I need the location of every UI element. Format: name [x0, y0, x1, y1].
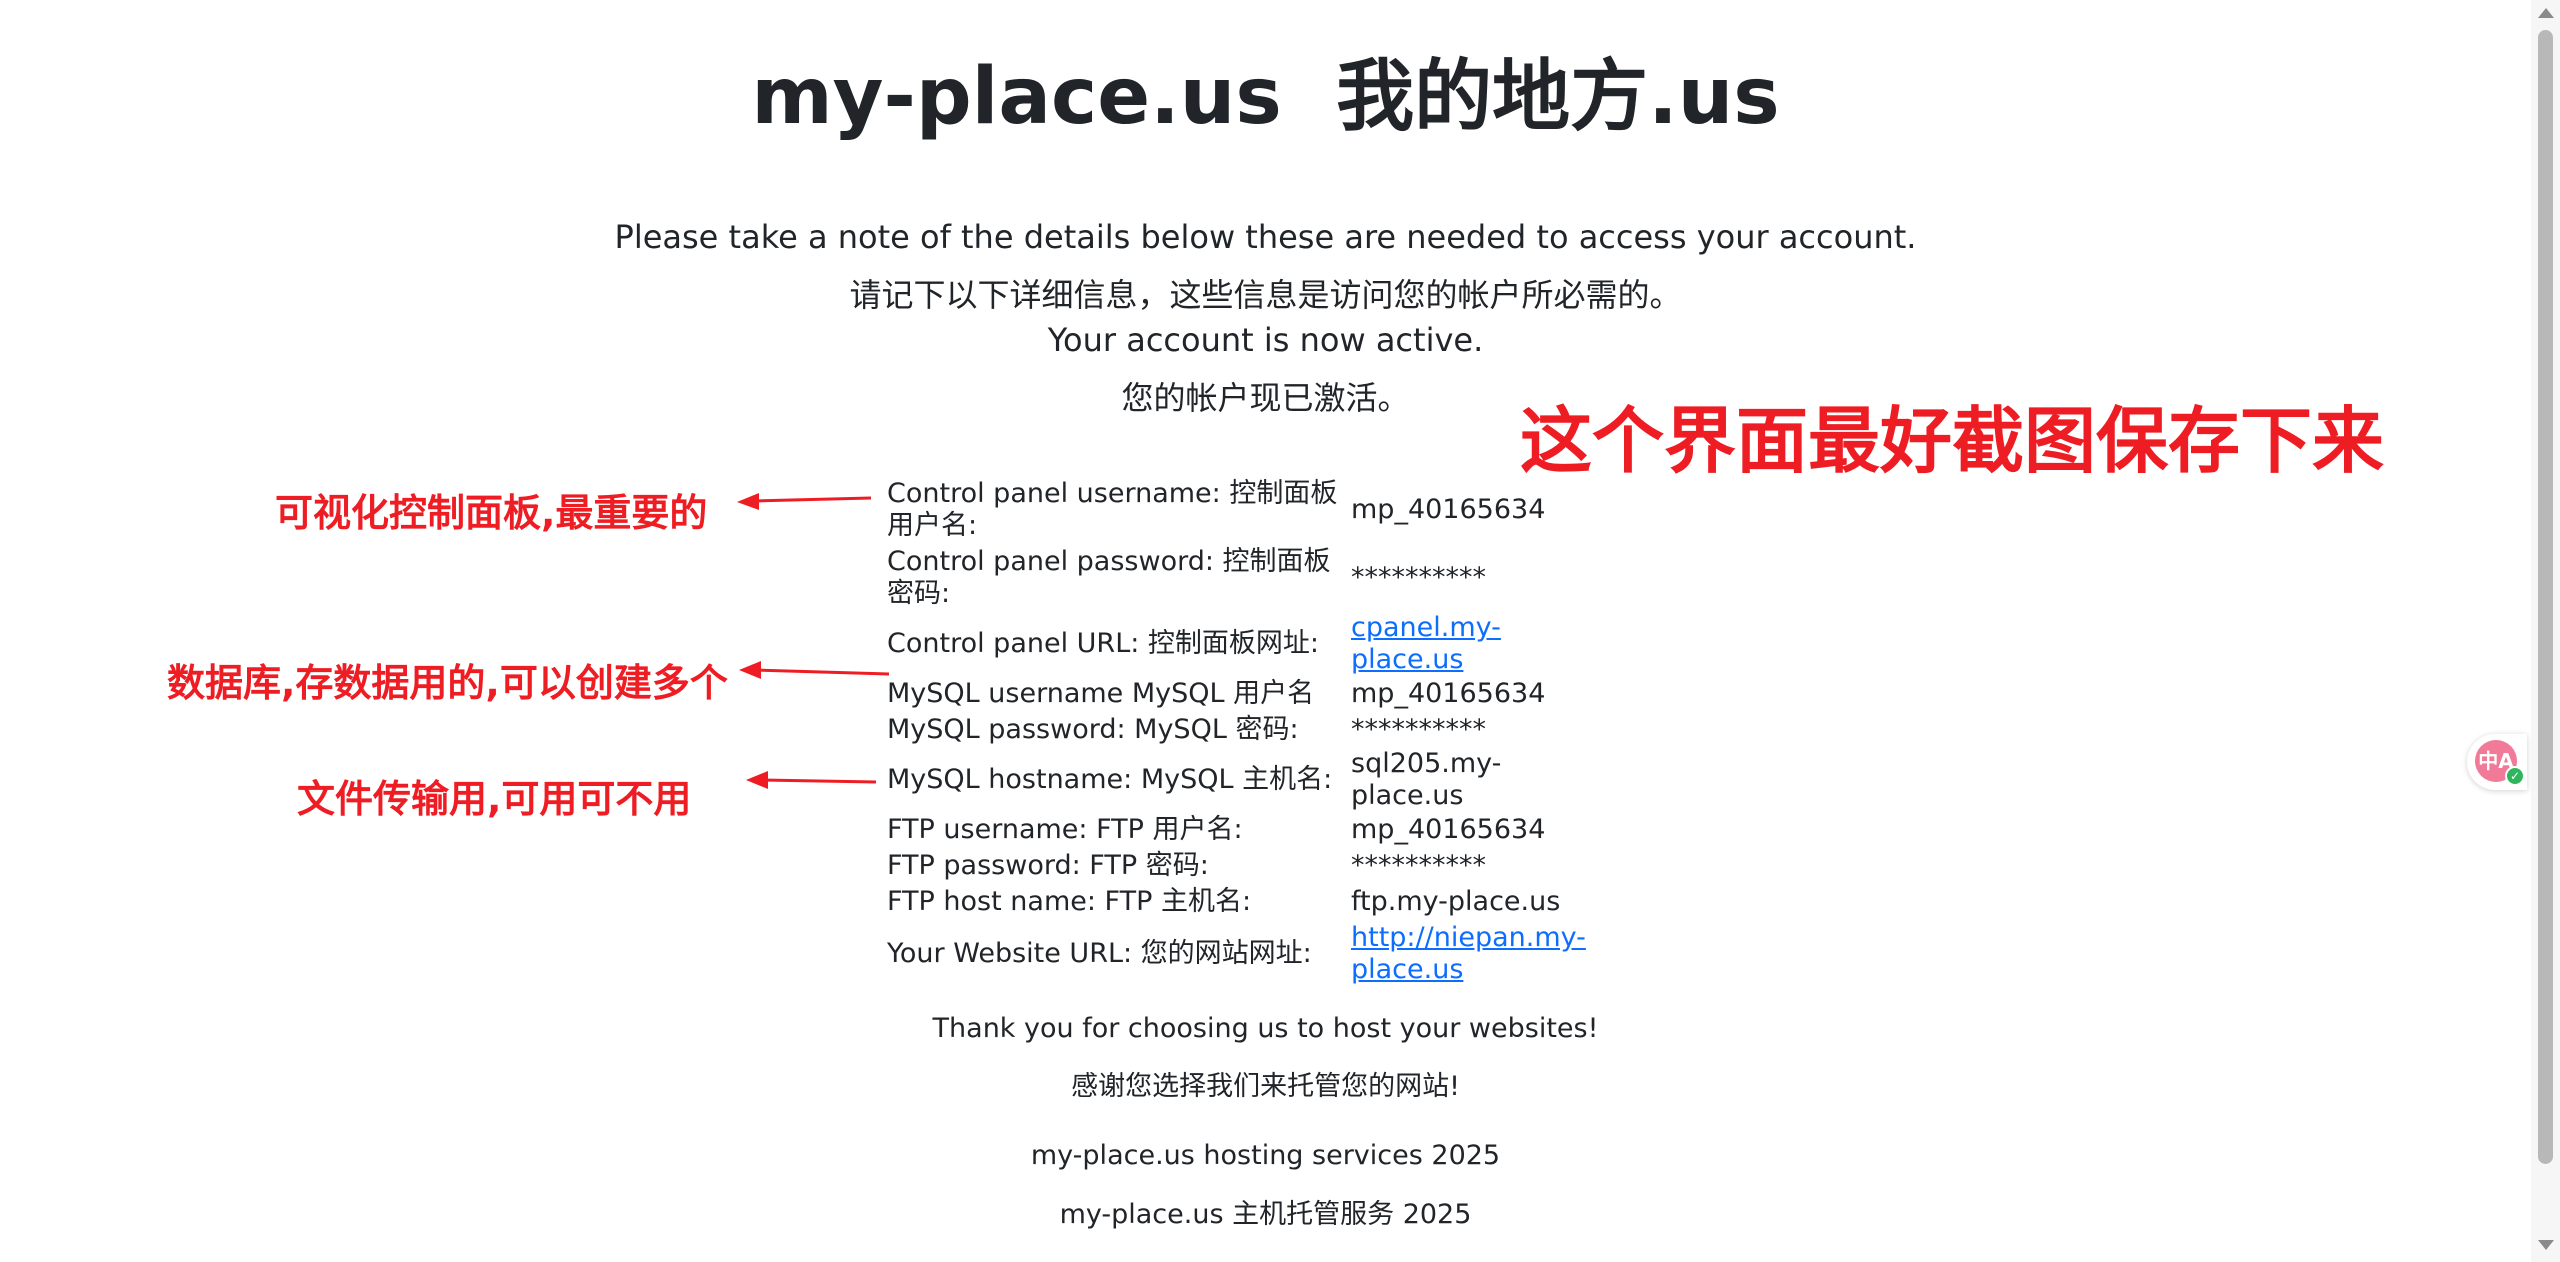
page-title: my-place.us 我的地方.us [0, 34, 2531, 146]
table-row: Control panel username: 控制面板用户名: mp_4016… [887, 476, 1587, 544]
mysql-note: 数据库,存数据用的,可以创建多个 [167, 661, 728, 705]
ftp-password-label: FTP password: FTP 密码: [887, 850, 1209, 881]
control-panel-password-value: ********** [1351, 562, 1486, 593]
mysql-password-value: ********** [1351, 714, 1486, 745]
scrollbar-thumb[interactable] [2538, 30, 2553, 1164]
check-icon: ✓ [2505, 766, 2525, 786]
translate-widget[interactable]: 中A ✓ [2467, 734, 2527, 790]
screenshot-note: 这个界面最好截图保存下来 [1520, 399, 2385, 483]
table-row: MySQL password: MySQL 密码: ********** [887, 712, 1587, 748]
copyright-cn: my-place.us 主机托管服务 2025 [1059, 1199, 1472, 1230]
arrow-icon [737, 493, 872, 510]
website-url-label: Your Website URL: 您的网站网址: [887, 938, 1312, 969]
arrow-icon [746, 771, 877, 789]
control-panel-username-label: Control panel username: 控制面板用户名: [887, 478, 1338, 541]
site-name: my-place.us [751, 52, 1282, 142]
intro-line: Please take a note of the details below … [614, 218, 1917, 256]
thank-you-message: Thank you for choosing us to host your w… [932, 1013, 1599, 1044]
hosting-account-page: my-place.us 我的地方.us Please take a note o… [0, 0, 2531, 1262]
mysql-username-value: mp_40165634 [1351, 678, 1546, 709]
account-details-table: Control panel username: 控制面板用户名: mp_4016… [887, 476, 1587, 988]
mysql-password-label: MySQL password: MySQL 密码: [887, 714, 1299, 745]
copyright: my-place.us hosting services 2025 [1030, 1140, 1501, 1171]
arrow-icon [739, 661, 890, 679]
table-row: Your Website URL: 您的网站网址: http://niepan.… [887, 920, 1587, 988]
control-panel-url-label: Control panel URL: 控制面板网址: [887, 628, 1320, 659]
ftp-note: 文件传输用,可用可不用 [297, 777, 692, 821]
vertical-scrollbar[interactable] [2531, 0, 2560, 1262]
intro-line-cn: 请记下以下详细信息，这些信息是访问您的帐户所必需的。 [849, 276, 1682, 314]
ftp-username-value: mp_40165634 [1351, 814, 1546, 845]
ftp-password-value: ********** [1351, 850, 1486, 881]
table-row: FTP host name: FTP 主机名: ftp.my-place.us [887, 884, 1587, 920]
scroll-up-icon[interactable] [2538, 8, 2554, 18]
thank-you-message-cn: 感谢您选择我们来托管您的网站! [1071, 1071, 1460, 1102]
site-name-cn: 我的地方.us [1336, 52, 1780, 142]
table-row: FTP username: FTP 用户名: mp_40165634 [887, 812, 1587, 848]
ftp-username-label: FTP username: FTP 用户名: [887, 814, 1243, 845]
account-status: Your account is now active. [1047, 321, 1484, 359]
table-row: MySQL hostname: MySQL 主机名: sql205.my-pla… [887, 748, 1587, 812]
table-row: MySQL username MySQL 用户名 mp_40165634 [887, 676, 1587, 712]
control-panel-url-link[interactable]: cpanel.my-place.us [1351, 612, 1501, 675]
table-row: Control panel URL: 控制面板网址: cpanel.my-pla… [887, 612, 1587, 676]
control-panel-note: 可视化控制面板,最重要的 [275, 491, 708, 535]
scroll-down-icon[interactable] [2538, 1240, 2554, 1250]
ftp-hostname-value: ftp.my-place.us [1351, 886, 1561, 917]
control-panel-password-label: Control panel password: 控制面板密码: [887, 546, 1331, 609]
mysql-username-label: MySQL username MySQL 用户名 [887, 678, 1315, 709]
website-url-link[interactable]: http://niepan.my-place.us [1351, 922, 1586, 985]
mysql-hostname-value: sql205.my-place.us [1351, 748, 1502, 811]
mysql-hostname-label: MySQL hostname: MySQL 主机名: [887, 764, 1333, 795]
table-row: Control panel password: 控制面板密码: ********… [887, 544, 1587, 612]
ftp-hostname-label: FTP host name: FTP 主机名: [887, 886, 1252, 917]
table-row: FTP password: FTP 密码: ********** [887, 848, 1587, 884]
